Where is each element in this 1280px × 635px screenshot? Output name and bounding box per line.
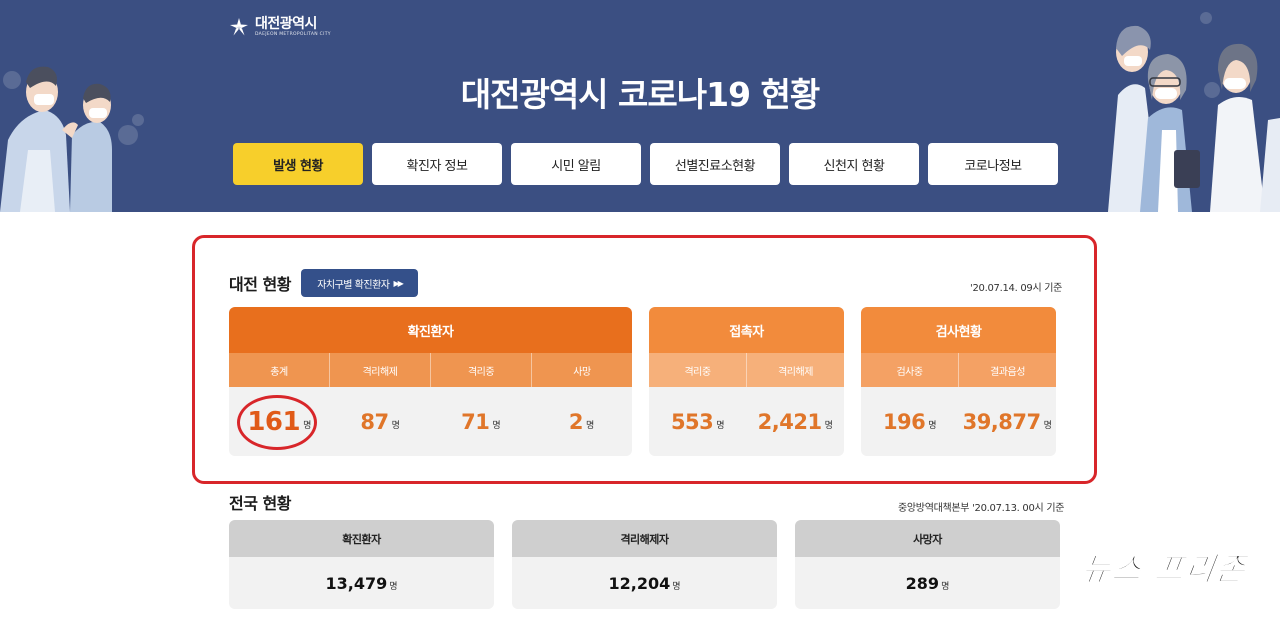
contacts-released-cell: 2,421 명 xyxy=(747,387,845,456)
unit-label: 명 xyxy=(941,581,950,592)
tab-patient-info[interactable]: 확진자 정보 xyxy=(372,143,502,185)
total-highlight-circle xyxy=(237,395,317,450)
tab-outbreak-status[interactable]: 발생 현황 xyxy=(233,143,363,185)
daejeon-section-title: 대전 현황 xyxy=(229,275,291,294)
double-chevron-right-icon: ▶▶ xyxy=(393,278,403,288)
national-released-label: 격리해제자 xyxy=(512,520,777,557)
confirmed-deaths-value: 2 xyxy=(568,409,584,434)
confirmed-released-value: 87 xyxy=(360,409,389,434)
confirmed-isolated-value: 71 xyxy=(461,409,490,434)
main-nav: 발생 현황 확진자 정보 시민 알림 선별진료소현황 신천지 현황 코로나정보 xyxy=(233,143,1058,185)
contacts-isolated-cell: 553 명 xyxy=(649,387,747,456)
site-header: 대전광역시 DAEJEON METROPOLITAN CITY 대전광역시 코로… xyxy=(0,0,1280,212)
national-section-title: 전국 현황 xyxy=(229,494,291,513)
col-testing-label: 검사중 xyxy=(861,353,959,387)
logo-subtitle: DAEJEON METROPOLITAN CITY xyxy=(255,32,331,37)
unit-label: 명 xyxy=(824,421,833,431)
col-released-label: 격리해제 xyxy=(778,366,813,378)
page-title: 대전광역시 코로나19 현황 xyxy=(460,75,821,114)
national-confirmed-card: 확진환자 13,479 명 xyxy=(229,520,494,609)
tests-negative-value: 39,877 xyxy=(962,409,1042,434)
contacts-card-title: 접촉자 xyxy=(649,307,844,353)
col-isolated-label: 격리중 xyxy=(431,353,532,387)
national-released-card: 격리해제자 12,204 명 xyxy=(512,520,777,609)
tests-testing-cell: 196 명 xyxy=(861,387,959,456)
unit-label: 명 xyxy=(928,421,937,431)
tests-negative-cell: 39,877 명 xyxy=(959,387,1057,456)
unit-label: 명 xyxy=(716,421,725,431)
col-negative-label: 결과음성 xyxy=(990,366,1025,378)
national-confirmed-value: 13,479 xyxy=(325,573,388,593)
confirmed-released-cell: 87 명 xyxy=(330,387,431,456)
district-confirmed-button[interactable]: 자치구별 확진환자 ▶▶ xyxy=(301,269,418,297)
tab-shincheonji-status[interactable]: 신천지 현황 xyxy=(789,143,919,185)
masked-people-illustration-left xyxy=(0,66,144,212)
logo-name: 대전광역시 xyxy=(255,16,317,32)
national-deaths-card: 사망자 289 명 xyxy=(795,520,1060,609)
tab-citizen-alerts[interactable]: 시민 알림 xyxy=(511,143,641,185)
contacts-released-value: 2,421 xyxy=(757,409,822,434)
unit-label: 명 xyxy=(391,421,400,431)
contacts-isolated-value: 553 xyxy=(670,409,714,434)
col-total-label: 총계 xyxy=(229,353,330,387)
contacts-card: 접촉자 격리중 격리해제 553 명 2,421 명 xyxy=(649,307,844,456)
unit-label: 명 xyxy=(1043,421,1052,431)
confirmed-card-title: 확진환자 xyxy=(229,307,632,353)
news-watermark: 뉴스 프리존 xyxy=(1079,550,1250,589)
city-logo[interactable]: 대전광역시 DAEJEON METROPOLITAN CITY xyxy=(229,17,331,38)
national-confirmed-label: 확진환자 xyxy=(229,520,494,557)
col-deaths-label: 사망 xyxy=(573,366,591,378)
tab-corona-info[interactable]: 코로나정보 xyxy=(928,143,1058,185)
national-released-value: 12,204 xyxy=(608,573,671,593)
col-isolated-label: 격리중 xyxy=(649,353,747,387)
tests-testing-value: 196 xyxy=(882,409,926,434)
daejeon-timestamp: '20.07.14. 09시 기준 xyxy=(970,283,1063,294)
national-timestamp: 중앙방역대책본부 '20.07.13. 00시 기준 xyxy=(898,503,1065,514)
tests-card: 검사현황 검사중 결과음성 196 명 39,877 명 xyxy=(861,307,1056,456)
tab-screening-clinics[interactable]: 선별진료소현황 xyxy=(650,143,780,185)
confirmed-deaths-cell: 2 명 xyxy=(531,387,632,456)
city-emblem-icon xyxy=(230,18,248,36)
confirmed-isolated-cell: 71 명 xyxy=(431,387,532,456)
district-button-label: 자치구별 확진환자 xyxy=(317,279,390,291)
tests-card-title: 검사현황 xyxy=(861,307,1056,353)
unit-label: 명 xyxy=(389,581,398,592)
national-deaths-value: 289 xyxy=(905,573,940,593)
unit-label: 명 xyxy=(672,581,681,592)
unit-label: 명 xyxy=(586,421,595,431)
unit-label: 명 xyxy=(492,421,501,431)
national-deaths-label: 사망자 xyxy=(795,520,1060,557)
masked-people-illustration-right xyxy=(1108,12,1280,212)
col-released-label: 격리해제 xyxy=(330,353,431,387)
